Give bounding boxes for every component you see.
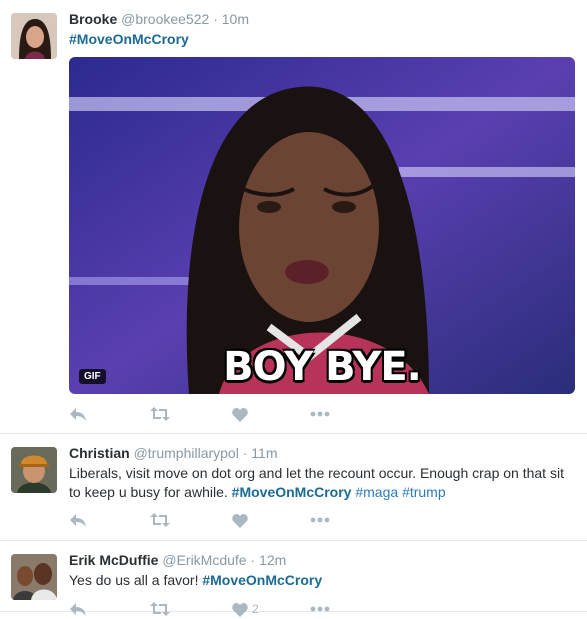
hashtag[interactable]: #MoveOnMcCrory bbox=[202, 572, 322, 588]
tweet-body: Yes do us all a favor! bbox=[69, 572, 199, 588]
more-icon[interactable] bbox=[310, 510, 330, 530]
tweet-text: Liberals, visit move on dot org and let … bbox=[69, 464, 577, 502]
tweet-text: Yes do us all a favor! #MoveOnMcCrory bbox=[69, 571, 577, 590]
separator-dot: · bbox=[242, 445, 248, 461]
hashtag[interactable]: #MoveOnMcCrory bbox=[232, 484, 352, 500]
avatar[interactable] bbox=[11, 554, 57, 600]
like-count: 2 bbox=[252, 602, 259, 616]
timestamp[interactable]: 11m bbox=[251, 445, 277, 461]
like-icon[interactable] bbox=[232, 404, 248, 424]
username[interactable]: @brookee522 bbox=[121, 11, 209, 27]
reply-icon[interactable] bbox=[69, 599, 87, 619]
gif-media[interactable]: GIF BOY BYE. bbox=[69, 57, 575, 394]
separator-dot: · bbox=[213, 11, 218, 27]
tweet-header: Erik McDuffie @ErikMcdufe · 12m bbox=[69, 551, 577, 569]
gif-caption: BOY BYE. bbox=[223, 344, 422, 390]
tweet-content: Erik McDuffie @ErikMcdufe · 12m Yes do u… bbox=[69, 551, 577, 590]
retweet-icon[interactable] bbox=[150, 404, 170, 424]
fullname[interactable]: Brooke bbox=[69, 11, 117, 27]
reply-icon[interactable] bbox=[69, 510, 87, 530]
reply-icon[interactable] bbox=[69, 404, 87, 424]
retweet-icon[interactable] bbox=[150, 599, 170, 619]
fullname[interactable]: Christian bbox=[69, 445, 130, 461]
tweet-actions: 2 bbox=[69, 599, 369, 619]
like-icon[interactable] bbox=[232, 510, 248, 530]
timestamp[interactable]: 10m bbox=[222, 11, 249, 27]
tweet-text: #MoveOnMcCrory bbox=[69, 30, 577, 49]
tweet: Christian @trumphillarypol · 11m Liberal… bbox=[0, 434, 587, 541]
tweet-content: Christian @trumphillarypol · 11m Liberal… bbox=[69, 444, 577, 502]
hashtag[interactable]: #trump bbox=[402, 484, 446, 500]
avatar[interactable] bbox=[11, 447, 57, 493]
hashtag[interactable]: #MoveOnMcCrory bbox=[69, 31, 189, 47]
hashtag[interactable]: #maga bbox=[355, 484, 398, 500]
tweet-actions bbox=[69, 404, 369, 424]
like-icon[interactable]: 2 bbox=[232, 599, 259, 619]
tweet-header: Brooke @brookee522 · 10m bbox=[69, 10, 577, 28]
separator-dot: · bbox=[250, 552, 256, 568]
more-icon[interactable] bbox=[310, 599, 330, 619]
tweet-content: Brooke @brookee522 · 10m #MoveOnMcCrory bbox=[69, 10, 577, 49]
tweet-header: Christian @trumphillarypol · 11m bbox=[69, 444, 577, 462]
tweet: Erik McDuffie @ErikMcdufe · 12m Yes do u… bbox=[0, 541, 587, 617]
timestamp[interactable]: 12m bbox=[259, 552, 286, 568]
more-icon[interactable] bbox=[310, 404, 330, 424]
fullname[interactable]: Erik McDuffie bbox=[69, 552, 158, 568]
retweet-icon[interactable] bbox=[150, 510, 170, 530]
tweet: Brooke @brookee522 · 10m #MoveOnMcCrory bbox=[0, 0, 587, 434]
avatar[interactable] bbox=[11, 13, 57, 59]
tweet-actions bbox=[69, 510, 369, 530]
username[interactable]: @trumphillarypol bbox=[134, 445, 239, 461]
username[interactable]: @ErikMcdufe bbox=[162, 552, 246, 568]
